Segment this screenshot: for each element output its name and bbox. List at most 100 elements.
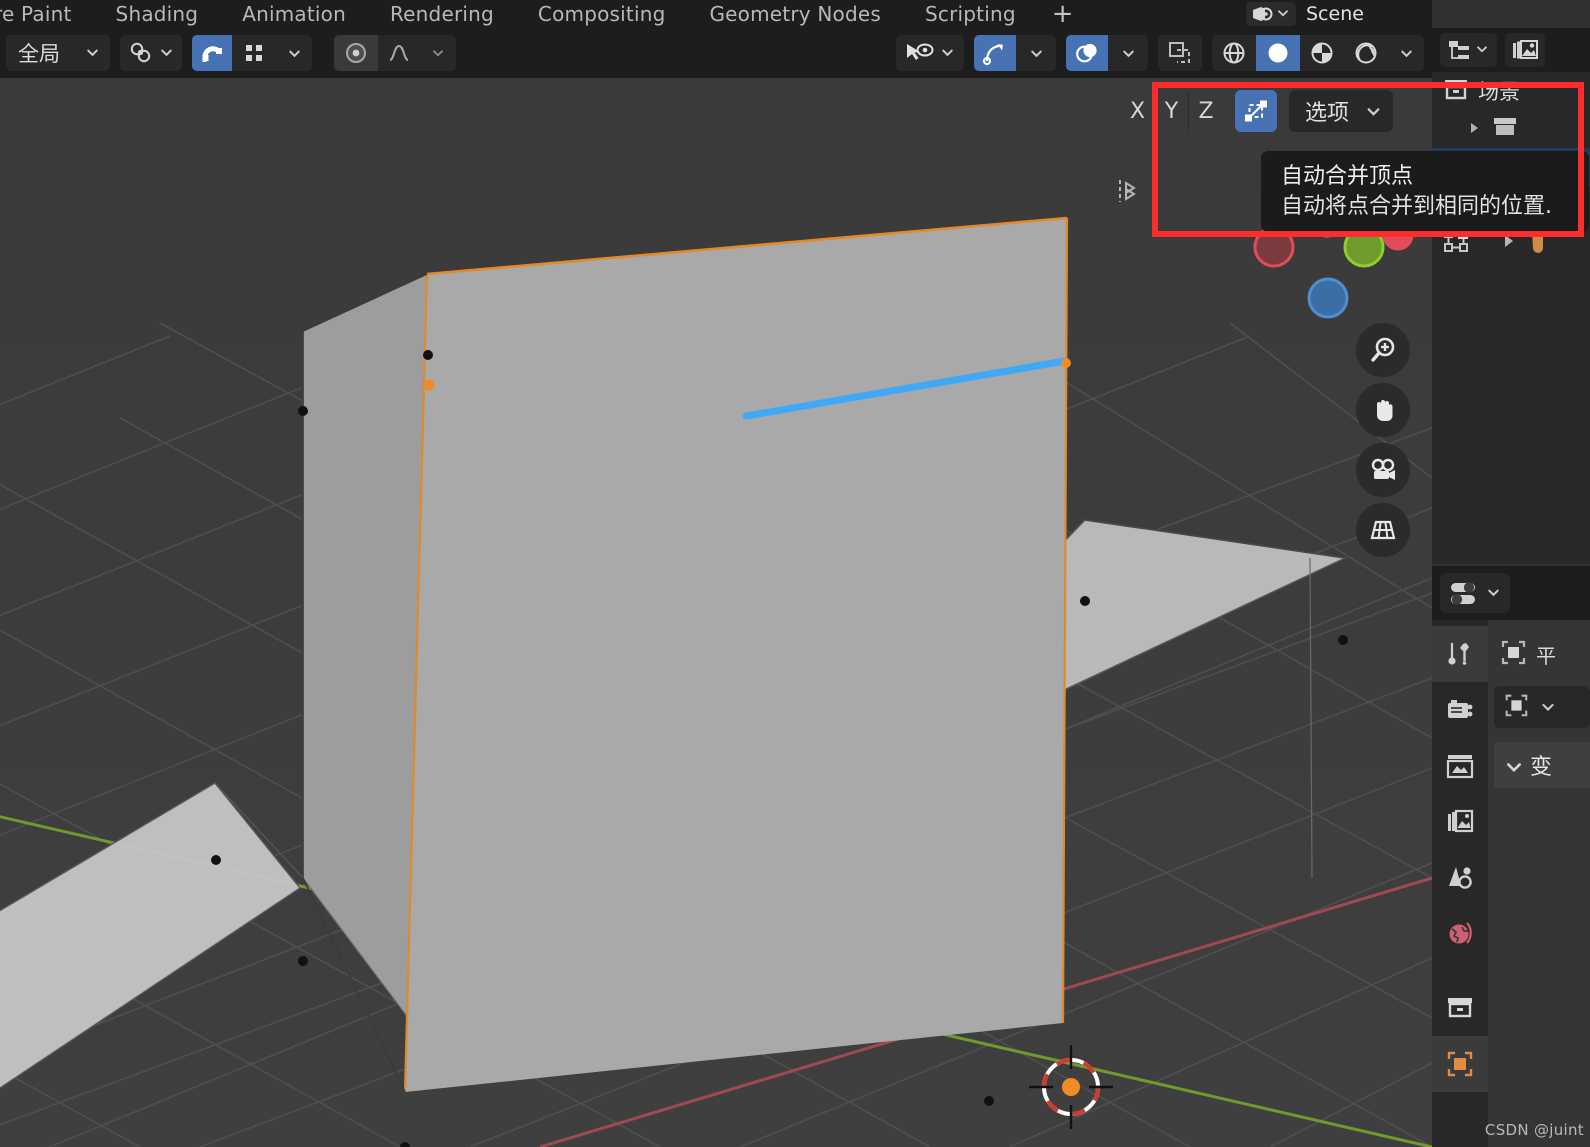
pan-view-button[interactable]: [1356, 383, 1410, 437]
outliner-row-collection[interactable]: [1432, 110, 1590, 148]
mesh-vertex: [1338, 635, 1348, 645]
material-preview-shading-icon[interactable]: [1300, 35, 1344, 71]
chevron-down-icon: [1276, 6, 1292, 22]
gizmo-group: [974, 35, 1056, 71]
scene-browse-button[interactable]: [1246, 2, 1296, 26]
object-properties-tab[interactable]: [1432, 1036, 1488, 1092]
viewport-3d[interactable]: [0, 78, 1432, 1147]
properties-header: [1432, 566, 1590, 620]
chevron-down-icon: [1365, 103, 1381, 119]
rendered-shading-icon[interactable]: [1344, 35, 1388, 71]
toggle-projection-button[interactable]: [1356, 503, 1410, 557]
proportional-edit-icon[interactable]: [334, 35, 378, 71]
properties-body: 平 变: [1432, 620, 1590, 1147]
mesh-vertex: [298, 956, 308, 966]
overlays-dropdown[interactable]: [1108, 35, 1148, 71]
properties-editor: 平 变: [1432, 566, 1590, 1147]
transform-orientation-dropdown[interactable]: 全局: [6, 35, 110, 71]
collection-icon: [1490, 114, 1520, 145]
properties-editor-icon[interactable]: [1440, 573, 1510, 613]
workspace-tab-compositing[interactable]: Compositing: [516, 0, 688, 28]
smooth-falloff-icon[interactable]: [378, 35, 420, 71]
world-properties-tab[interactable]: [1432, 906, 1488, 962]
scene-browse-icon: [1250, 4, 1276, 24]
outliner-display-mode-icon[interactable]: [1440, 33, 1497, 67]
solid-shading-icon[interactable]: [1256, 35, 1300, 71]
zoom-view-button[interactable]: [1356, 323, 1410, 377]
overlay-header-controls: X Y Z 选项: [1121, 90, 1394, 132]
chevron-down-icon: [1504, 757, 1521, 773]
snap-grid-icon[interactable]: [232, 35, 276, 71]
chevron-down-icon: [1540, 699, 1556, 715]
workspace-tab-geometry-nodes[interactable]: Geometry Nodes: [687, 0, 903, 28]
chevron-down-icon: [940, 45, 956, 61]
tool-properties-tab[interactable]: [1432, 626, 1488, 682]
options-dropdown[interactable]: 选项: [1289, 90, 1394, 132]
chevron-down-icon: [1486, 585, 1502, 601]
scene-properties-tab[interactable]: [1432, 850, 1488, 906]
chevron-down-icon: [159, 45, 175, 61]
chevron-down-icon: [85, 45, 101, 61]
nav-buttons: [1356, 323, 1410, 557]
object-square-icon: [1498, 637, 1528, 672]
properties-tab-spacer: [1432, 962, 1488, 980]
mirror-icon[interactable]: [1116, 174, 1150, 208]
outliner-row-scene[interactable]: 场景: [1432, 72, 1590, 110]
view-layer-properties-tab[interactable]: [1432, 794, 1488, 850]
scene-collection-icon: [1442, 76, 1470, 107]
camera-view-button[interactable]: [1356, 443, 1410, 497]
mesh-vertex: [298, 406, 308, 416]
shading-dropdown[interactable]: [1388, 35, 1424, 71]
overlays-group: [1066, 35, 1148, 71]
mirror-axis-buttons: X Y Z: [1121, 92, 1223, 130]
workspace-tab-animation[interactable]: Animation: [220, 0, 368, 28]
gizmo-dropdown[interactable]: [1016, 35, 1056, 71]
cursor-eye-icon: [904, 41, 934, 65]
snap-to-icon: [127, 40, 155, 66]
mirror-axis-z-button[interactable]: Z: [1189, 92, 1223, 130]
snap-options-dropdown[interactable]: [276, 35, 312, 71]
overlays-icon[interactable]: [1066, 35, 1108, 71]
object-data-field[interactable]: [1494, 686, 1590, 728]
shading-mode-group: [1212, 35, 1424, 71]
snap-with-dropdown[interactable]: [120, 35, 182, 71]
viewport-header: 全局: [0, 28, 1432, 78]
material-icon: [1526, 228, 1552, 259]
collection-properties-tab[interactable]: [1432, 980, 1488, 1036]
add-workspace-button[interactable]: +: [1038, 1, 1088, 27]
wireframe-shading-icon[interactable]: [1212, 35, 1256, 71]
outliner-filter-icon[interactable]: [1505, 33, 1545, 67]
transform-orientation-label: 全局: [18, 42, 60, 66]
mesh-vertex-active: [1061, 358, 1071, 368]
output-properties-tab[interactable]: [1432, 738, 1488, 794]
viewport-canvas[interactable]: [0, 78, 1432, 1147]
workspace-tabs[interactable]: re Paint Shading Animation Rendering Com…: [0, 0, 1088, 28]
watermark: CSDN @juint: [1484, 1121, 1584, 1139]
magnet-icon[interactable]: [192, 35, 232, 71]
disclosure-triangle-icon[interactable]: [1500, 231, 1518, 255]
mesh-face-front: [405, 218, 1067, 1092]
mirror-axis-y-button[interactable]: Y: [1155, 92, 1189, 130]
gizmo-axis-pos-z: [1307, 277, 1349, 319]
gizmo-icon[interactable]: [974, 35, 1016, 71]
visibility-dropdown[interactable]: [896, 35, 964, 71]
xray-toggle-icon[interactable]: [1158, 35, 1202, 71]
chevron-down-icon: [1475, 42, 1491, 58]
mesh-vertex: [984, 1096, 994, 1106]
falloff-dropdown[interactable]: [420, 35, 456, 71]
tooltip-description: 自动将点合并到相同的位置.: [1281, 194, 1552, 219]
workspace-tab-shading[interactable]: Shading: [94, 0, 221, 28]
outliner-header: [1432, 28, 1590, 72]
mesh-vertex-active: [423, 379, 435, 391]
render-properties-tab[interactable]: [1432, 682, 1488, 738]
auto-merge-vertices-icon[interactable]: [1235, 90, 1277, 132]
properties-main: 平 变: [1488, 620, 1590, 1147]
workspace-tab-rendering[interactable]: Rendering: [368, 0, 516, 28]
mesh-vertex: [211, 855, 221, 865]
disclosure-triangle-icon[interactable]: [1466, 117, 1482, 141]
mirror-axis-x-button[interactable]: X: [1121, 92, 1155, 130]
transform-panel-header[interactable]: 变: [1494, 742, 1590, 788]
workspace-tab-scripting[interactable]: Scripting: [903, 0, 1038, 28]
transform-panel-label: 变: [1530, 755, 1553, 780]
workspace-tab-texture-paint[interactable]: re Paint: [0, 0, 94, 28]
